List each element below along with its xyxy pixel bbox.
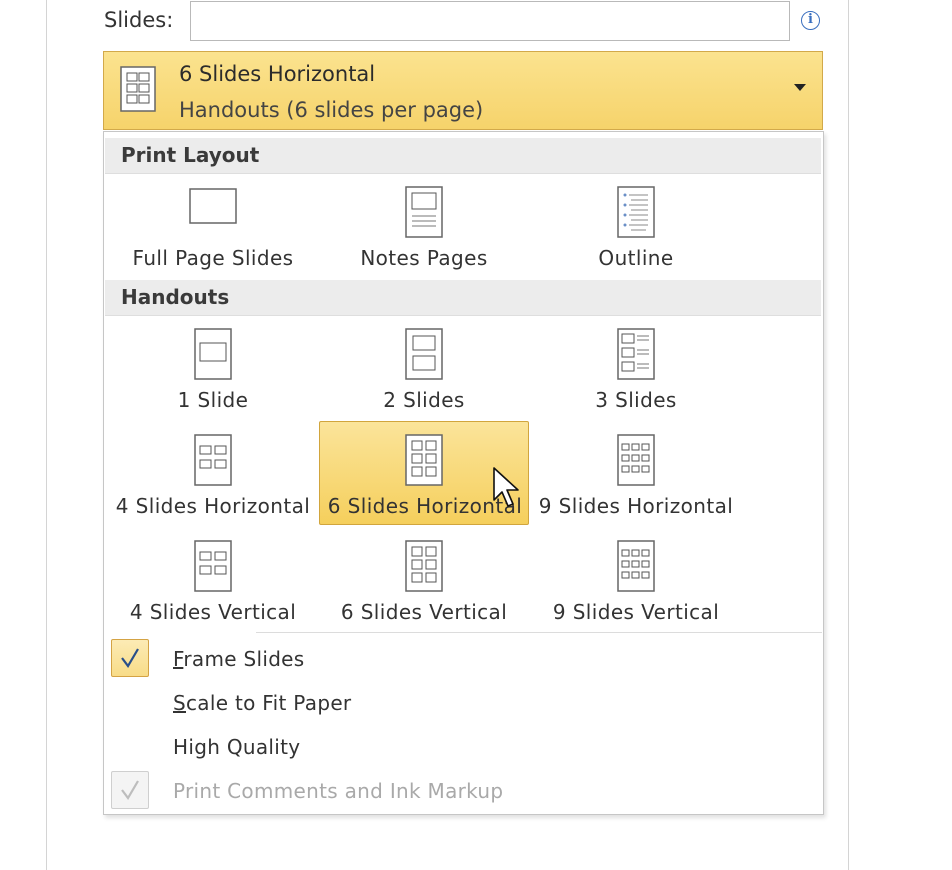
dropdown-subtitle: Handouts (6 slides per page): [179, 98, 484, 122]
option-frame-slides[interactable]: Frame Slides: [104, 635, 822, 679]
outline-icon: [617, 186, 655, 238]
layout-item-9-slides-vertical[interactable]: 9 Slides Vertical: [531, 540, 741, 640]
three-slides-icon: [617, 328, 655, 380]
mouse-pointer-icon: [493, 467, 519, 507]
nine-slides-horizontal-icon: [617, 434, 655, 486]
checkbox-high-quality[interactable]: [111, 727, 149, 765]
dropdown-title: 6 Slides Horizontal: [179, 62, 376, 86]
checkbox-print-comments: [111, 771, 149, 809]
one-slide-icon: [194, 328, 232, 380]
layout-item-9-slides-horizontal[interactable]: 9 Slides Horizontal: [531, 434, 741, 534]
info-icon[interactable]: i: [801, 11, 820, 30]
layout-item-1-slide[interactable]: 1 Slide: [108, 328, 318, 428]
checkbox-scale-to-fit-paper[interactable]: [111, 683, 149, 721]
options-divider: [256, 632, 822, 633]
layout-item-notes-pages[interactable]: Notes Pages: [319, 186, 529, 286]
six-slides-horizontal-icon: [405, 434, 443, 486]
checkmark-icon: [121, 780, 139, 800]
two-slides-icon: [405, 328, 443, 380]
slides-input[interactable]: [190, 1, 790, 41]
checkbox-frame-slides[interactable]: [111, 639, 149, 677]
panel-left-edge: [46, 0, 47, 870]
panel-right-edge: [848, 0, 849, 870]
checkmark-icon: [121, 648, 139, 668]
option-high-quality[interactable]: High Quality: [104, 723, 822, 767]
option-scale-to-fit-paper[interactable]: Scale to Fit Paper: [104, 679, 822, 723]
layout-item-4-slides-horizontal[interactable]: 4 Slides Horizontal: [108, 434, 318, 534]
four-slides-horizontal-icon: [194, 434, 232, 486]
notes-pages-icon: [405, 186, 443, 238]
four-slides-vertical-icon: [194, 540, 232, 592]
layout-item-full-page-slides[interactable]: Full Page Slides: [108, 186, 318, 286]
layout-item-4-slides-vertical[interactable]: 4 Slides Vertical: [108, 540, 318, 640]
print-layout-menu: Print Layout Full Page Slides Notes Page…: [103, 131, 824, 815]
layout-item-2-slides[interactable]: 2 Slides: [319, 328, 529, 428]
chevron-down-icon: [794, 84, 806, 91]
slides-label: Slides:: [104, 8, 174, 32]
section-header-handouts: Handouts: [105, 280, 821, 316]
layout-item-3-slides[interactable]: 3 Slides: [531, 328, 741, 428]
layout-item-6-slides-vertical[interactable]: 6 Slides Vertical: [319, 540, 529, 640]
option-print-comments: Print Comments and Ink Markup: [104, 767, 822, 811]
six-slides-vertical-icon: [405, 540, 443, 592]
full-page-slides-icon: [189, 188, 237, 224]
layout-item-outline[interactable]: Outline: [531, 186, 741, 286]
nine-slides-vertical-icon: [617, 540, 655, 592]
six-slides-horizontal-icon: [120, 66, 156, 112]
section-header-print-layout: Print Layout: [105, 138, 821, 174]
print-layout-dropdown[interactable]: 6 Slides Horizontal Handouts (6 slides p…: [103, 51, 823, 130]
